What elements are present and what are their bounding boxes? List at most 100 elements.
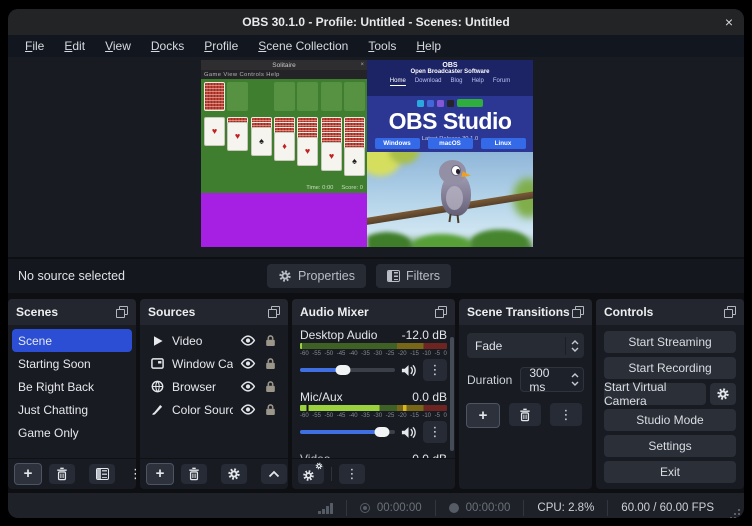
add-transition-button[interactable]: + <box>466 403 500 428</box>
menu-scene-collection[interactable]: Scene Collection <box>249 37 357 55</box>
add-scene-button[interactable]: + <box>14 463 42 485</box>
social-icons-row <box>367 96 533 107</box>
scene-item-be-right-back[interactable]: Be Right Back <box>12 375 132 398</box>
lock-icon[interactable] <box>265 403 276 416</box>
remove-scene-button[interactable] <box>49 464 75 484</box>
menu-tools[interactable]: Tools <box>359 37 405 55</box>
color-source-icon <box>150 403 165 416</box>
combo-arrows-icon <box>565 337 584 355</box>
scene-filters-button[interactable] <box>89 464 115 484</box>
menu-edit[interactable]: Edit <box>55 37 94 55</box>
program-canvas[interactable]: Solitaire × Game View Controls Help <box>201 60 533 247</box>
visibility-eye-icon[interactable] <box>240 381 256 392</box>
popout-icon[interactable] <box>268 306 280 318</box>
menu-help[interactable]: Help <box>407 37 450 55</box>
obs-site-hero: OBS Studio Latest Release 30.1.0 Windows… <box>367 96 533 152</box>
popout-icon[interactable] <box>116 306 128 318</box>
menu-file[interactable]: File <box>16 37 53 55</box>
visibility-eye-icon[interactable] <box>240 404 256 415</box>
sources-panel-header[interactable]: Sources <box>140 299 288 325</box>
spin-up-icon[interactable] <box>571 373 579 378</box>
menu-docks[interactable]: Docks <box>142 37 193 55</box>
popout-icon[interactable] <box>435 306 447 318</box>
scenes-more-icon[interactable]: ⋮ <box>129 466 136 482</box>
source-item-window-capture[interactable]: Window Captur <box>144 352 284 375</box>
properties-label: Properties <box>298 269 355 283</box>
scene-item-starting-soon[interactable]: Starting Soon <box>12 352 132 375</box>
mixer-more-button[interactable]: ⋮ <box>339 464 365 484</box>
popout-icon[interactable] <box>724 306 736 318</box>
speaker-icon[interactable] <box>401 426 417 439</box>
spin-down-icon[interactable] <box>571 381 579 386</box>
remove-source-button[interactable] <box>181 464 207 484</box>
filters-button[interactable]: Filters <box>376 264 451 288</box>
source-properties-button[interactable] <box>221 464 247 484</box>
scene-label: Starting Soon <box>18 357 91 371</box>
filters-icon <box>96 468 109 480</box>
menu-bar: File Edit View Docks Profile Scene Colle… <box>8 35 744 57</box>
channel-options-button[interactable]: ⋮ <box>423 359 447 381</box>
start-streaming-button[interactable]: Start Streaming <box>604 331 736 353</box>
channel-options-button[interactable]: ⋮ <box>423 421 447 443</box>
advanced-audio-properties-button[interactable] <box>298 464 324 484</box>
popout-icon[interactable] <box>572 306 584 318</box>
volume-slider[interactable] <box>300 368 395 372</box>
slider-handle[interactable] <box>374 427 389 437</box>
menu-view[interactable]: View <box>96 37 140 55</box>
solitaire-title: Solitaire <box>272 62 295 69</box>
record-status-icon <box>449 503 459 513</box>
sources-panel-title: Sources <box>148 305 195 319</box>
lock-icon[interactable] <box>265 334 276 347</box>
scene-transitions-header[interactable]: Scene Transitions <box>459 299 592 325</box>
exit-button[interactable]: Exit <box>604 461 736 483</box>
controls-panel-title: Controls <box>604 305 653 319</box>
move-source-up-button[interactable] <box>261 464 287 484</box>
volume-slider[interactable] <box>300 430 395 434</box>
add-source-button[interactable]: + <box>146 463 174 485</box>
audio-mixer-header[interactable]: Audio Mixer <box>292 299 455 325</box>
start-recording-button[interactable]: Start Recording <box>604 357 736 379</box>
source-item-browser[interactable]: Browser <box>144 375 284 398</box>
lock-icon[interactable] <box>265 380 276 393</box>
scenes-list: Scene Starting Soon Be Right Back Just C… <box>8 325 136 458</box>
chevron-up-icon <box>268 470 280 478</box>
source-item-color-source[interactable]: Color Source <box>144 398 284 421</box>
settings-button[interactable]: Settings <box>604 435 736 457</box>
resize-grip[interactable] <box>730 509 740 518</box>
window-capture-solitaire[interactable]: Solitaire × Game View Controls Help <box>201 60 367 247</box>
slider-handle[interactable] <box>335 365 350 375</box>
dots-icon: ⋮ <box>560 407 573 423</box>
transition-more-button[interactable]: ⋮ <box>550 403 582 426</box>
controls-panel: Controls Start Streaming Start Recording… <box>596 299 744 489</box>
playing-card: ♠ <box>251 127 272 156</box>
browser-and-video-sources[interactable]: OBS Open Broadcaster Software Home Downl… <box>367 60 533 247</box>
mixer-channel-mic-aux: Mic/Aux 0.0 dB -60-55-50-45-40-35-30-25-… <box>300 389 447 444</box>
speaker-icon[interactable] <box>401 364 417 377</box>
properties-button[interactable]: Properties <box>267 264 366 288</box>
source-item-video[interactable]: Video <box>144 329 284 352</box>
title-bar[interactable]: OBS 30.1.0 - Profile: Untitled - Scenes:… <box>8 9 744 35</box>
start-virtual-camera-button[interactable]: Start Virtual Camera <box>604 383 706 405</box>
gear-icon <box>227 467 241 481</box>
scenes-panel-header[interactable]: Scenes <box>8 299 136 325</box>
gear-icon <box>278 269 292 283</box>
dots-icon: ⋮ <box>429 362 442 378</box>
close-icon[interactable]: × <box>725 9 733 35</box>
playing-card: ♦ <box>274 132 295 161</box>
visibility-eye-icon[interactable] <box>240 358 256 369</box>
transition-select[interactable]: Fade <box>467 333 584 358</box>
virtual-camera-settings-button[interactable] <box>710 383 736 405</box>
scene-item-just-chatting[interactable]: Just Chatting <box>12 398 132 421</box>
mixer-scrollbar[interactable] <box>450 337 454 451</box>
menu-profile[interactable]: Profile <box>195 37 247 55</box>
scene-item-game-only[interactable]: Game Only <box>12 421 132 444</box>
remove-transition-button[interactable] <box>509 403 541 426</box>
scene-item-scene[interactable]: Scene <box>12 329 132 352</box>
visibility-eye-icon[interactable] <box>240 335 256 346</box>
duration-spinbox[interactable]: 300 ms <box>520 367 584 392</box>
connection-signal-icon <box>318 502 333 514</box>
solitaire-score: Score: 0 <box>341 185 363 191</box>
controls-panel-header[interactable]: Controls <box>596 299 744 325</box>
studio-mode-button[interactable]: Studio Mode <box>604 409 736 431</box>
lock-icon[interactable] <box>265 357 276 370</box>
